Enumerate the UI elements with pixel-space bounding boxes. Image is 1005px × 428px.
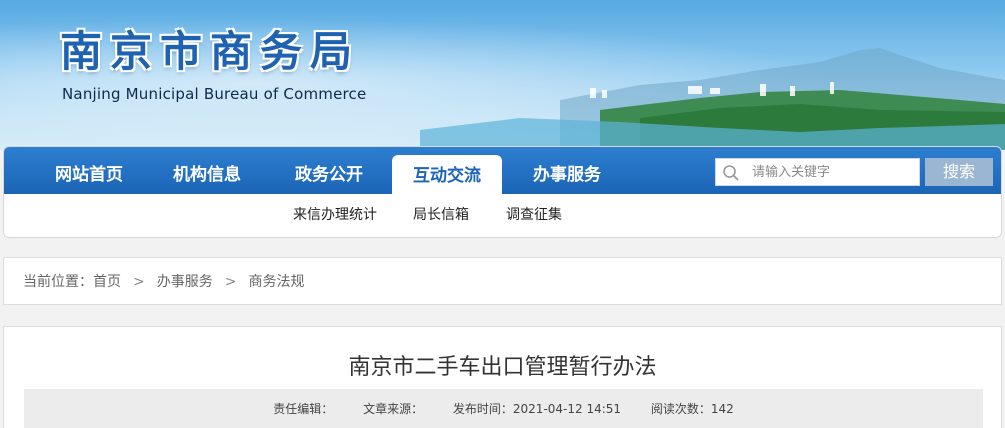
meta-editor: 责任编辑： — [273, 402, 334, 416]
breadcrumb: 当前位置：首页 > 办事服务 > 商务法规 — [3, 257, 1002, 305]
breadcrumb-home-link[interactable]: 首页 — [93, 274, 121, 290]
search-icon — [723, 165, 739, 181]
article-title: 南京市二手车出口管理暂行办法 — [348, 355, 657, 380]
breadcrumb-separator: > — [224, 274, 237, 290]
breadcrumb-services-link[interactable]: 办事服务 — [157, 274, 213, 290]
subnav-letter-statistics[interactable]: 来信办理统计 — [293, 204, 377, 224]
meta-publish-time: 发布时间：2021-04-12 14:51 — [452, 402, 622, 416]
subnav-director-mailbox[interactable]: 局长信箱 — [413, 204, 469, 224]
nav-services[interactable]: 办事服务 — [508, 147, 626, 194]
header-banner: 南京市商务局 Nanjing Municipal Bureau of Comme… — [0, 0, 1005, 150]
site-subtitle: Nanjing Municipal Bureau of Commerce — [62, 85, 367, 103]
search-input[interactable] — [752, 159, 917, 185]
site-title: 南京市商务局 — [60, 27, 361, 76]
breadcrumb-separator: > — [133, 274, 145, 290]
meta-views: 阅读次数：142 — [650, 402, 734, 416]
search-box — [715, 158, 920, 186]
nav-home[interactable]: 网站首页 — [30, 147, 148, 194]
nav-organization-info[interactable]: 机构信息 — [148, 147, 266, 194]
meta-source: 文章来源： — [363, 402, 424, 416]
nav-government-affairs[interactable]: 政务公开 — [270, 147, 388, 194]
article-meta-bar: 责任编辑： 文章来源： 发布时间：2021-04-12 14:51 阅读次数：1… — [24, 389, 983, 428]
subnav-survey[interactable]: 调查征集 — [506, 204, 562, 224]
nav-bar: 网站首页 机构信息 政务公开 互动交流 办事服务 搜索 — [4, 147, 1001, 194]
breadcrumb-prefix: 当前位置： — [23, 274, 93, 290]
article-panel: 南京市二手车出口管理暂行办法 责任编辑： 文章来源： 发布时间：2021-04-… — [3, 326, 1002, 428]
main-navigation: 网站首页 机构信息 政务公开 互动交流 办事服务 搜索 来信办理统计 局长信箱 … — [3, 146, 1002, 238]
nav-interaction[interactable]: 互动交流 — [392, 155, 502, 194]
search-button[interactable]: 搜索 — [925, 158, 993, 186]
breadcrumb-regulations-link[interactable]: 商务法规 — [248, 274, 304, 290]
